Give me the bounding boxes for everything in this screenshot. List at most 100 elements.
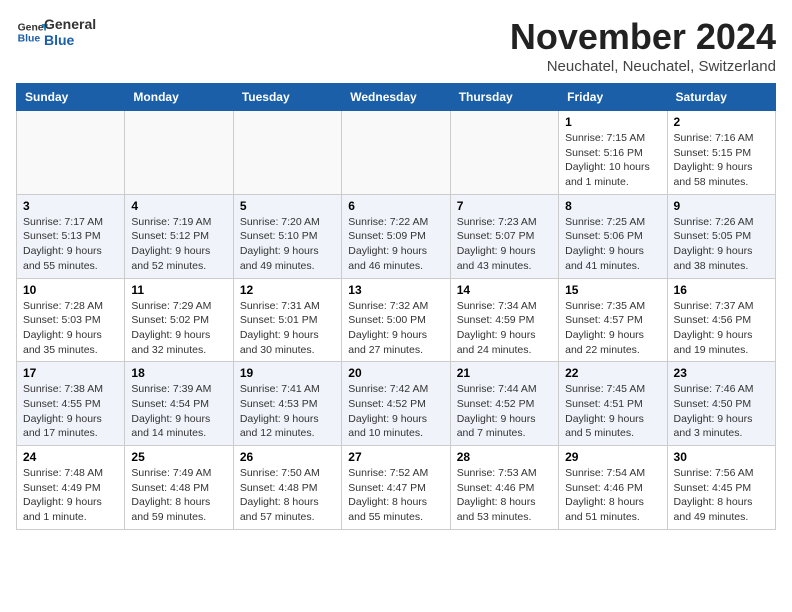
day-info: Sunrise: 7:35 AM Sunset: 4:57 PM Dayligh… — [565, 299, 660, 358]
day-number: 10 — [23, 283, 118, 297]
calendar-cell: 7Sunrise: 7:23 AM Sunset: 5:07 PM Daylig… — [450, 194, 558, 278]
calendar-cell: 11 Sunrise: 7:29 AM Sunset: 5:02 PM Dayli… — [125, 278, 233, 362]
day-info: Sunrise: 7:49 AM Sunset: 4:48 PM Dayligh… — [131, 466, 226, 525]
day-number: 7 — [457, 199, 552, 213]
calendar-week-row: 24Sunrise: 7:48 AM Sunset: 4:49 PM Dayli… — [17, 446, 776, 530]
day-number: 9 — [674, 199, 769, 213]
calendar-week-row: 1Sunrise: 7:15 AM Sunset: 5:16 PM Daylig… — [17, 111, 776, 195]
location-subtitle: Neuchatel, Neuchatel, Switzerland — [510, 58, 776, 75]
calendar-cell: 28 Sunrise: 7:53 AM Sunset: 4:46 PM Dayli… — [450, 446, 558, 530]
day-info: Sunrise: 7:17 AM Sunset: 5:13 PM Dayligh… — [23, 215, 118, 274]
calendar-cell: 15 Sunrise: 7:35 AM Sunset: 4:57 PM Dayli… — [559, 278, 667, 362]
day-number: 8 — [565, 199, 660, 213]
weekday-header-thursday: Thursday — [450, 84, 558, 111]
day-info: Sunrise: 7:19 AM Sunset: 5:12 PM Dayligh… — [131, 215, 226, 274]
day-number: 27 — [348, 450, 443, 464]
svg-text:Blue: Blue — [18, 34, 41, 45]
calendar-cell: 20 Sunrise: 7:42 AM Sunset: 4:52 PM Dayli… — [342, 362, 450, 446]
day-number: 6 — [348, 199, 443, 213]
calendar-week-row: 10 Sunrise: 7:28 AM Sunset: 5:03 PM Dayli… — [17, 278, 776, 362]
day-number: 23 — [674, 366, 769, 380]
day-info: Sunrise: 7:53 AM Sunset: 4:46 PM Dayligh… — [457, 466, 552, 525]
day-info: Sunrise: 7:28 AM Sunset: 5:03 PM Dayligh… — [23, 299, 118, 358]
calendar-cell — [125, 111, 233, 195]
calendar-cell — [342, 111, 450, 195]
day-info: Sunrise: 7:42 AM Sunset: 4:52 PM Dayligh… — [348, 382, 443, 441]
day-info: Sunrise: 7:26 AM Sunset: 5:05 PM Dayligh… — [674, 215, 769, 274]
day-number: 20 — [348, 366, 443, 380]
calendar-cell: 8Sunrise: 7:25 AM Sunset: 5:06 PM Daylig… — [559, 194, 667, 278]
weekday-header-tuesday: Tuesday — [233, 84, 341, 111]
calendar-cell: 30 Sunrise: 7:56 AM Sunset: 4:45 PM Dayli… — [667, 446, 775, 530]
day-number: 11 — [131, 283, 226, 297]
calendar-cell: 26 Sunrise: 7:50 AM Sunset: 4:48 PM Dayli… — [233, 446, 341, 530]
calendar-cell: 21 Sunrise: 7:44 AM Sunset: 4:52 PM Dayli… — [450, 362, 558, 446]
day-number: 29 — [565, 450, 660, 464]
calendar-cell: 17Sunrise: 7:38 AM Sunset: 4:55 PM Dayli… — [17, 362, 125, 446]
day-number: 1 — [565, 115, 660, 129]
day-number: 5 — [240, 199, 335, 213]
day-info: Sunrise: 7:44 AM Sunset: 4:52 PM Dayligh… — [457, 382, 552, 441]
weekday-header-wednesday: Wednesday — [342, 84, 450, 111]
calendar-week-row: 3 Sunrise: 7:17 AM Sunset: 5:13 PM Daylig… — [17, 194, 776, 278]
day-number: 3 — [23, 199, 118, 213]
logo-blue-text: Blue — [44, 32, 96, 48]
calendar-week-row: 17Sunrise: 7:38 AM Sunset: 4:55 PM Dayli… — [17, 362, 776, 446]
weekday-header-saturday: Saturday — [667, 84, 775, 111]
calendar-cell: 1Sunrise: 7:15 AM Sunset: 5:16 PM Daylig… — [559, 111, 667, 195]
calendar-cell: 29 Sunrise: 7:54 AM Sunset: 4:46 PM Dayli… — [559, 446, 667, 530]
day-number: 22 — [565, 366, 660, 380]
day-info: Sunrise: 7:32 AM Sunset: 5:00 PM Dayligh… — [348, 299, 443, 358]
day-info: Sunrise: 7:41 AM Sunset: 4:53 PM Dayligh… — [240, 382, 335, 441]
day-info: Sunrise: 7:16 AM Sunset: 5:15 PM Dayligh… — [674, 131, 769, 190]
calendar-cell: 13 Sunrise: 7:32 AM Sunset: 5:00 PM Dayli… — [342, 278, 450, 362]
calendar-cell: 3 Sunrise: 7:17 AM Sunset: 5:13 PM Daylig… — [17, 194, 125, 278]
day-number: 4 — [131, 199, 226, 213]
calendar-cell: 16 Sunrise: 7:37 AM Sunset: 4:56 PM Dayli… — [667, 278, 775, 362]
day-number: 12 — [240, 283, 335, 297]
day-number: 16 — [674, 283, 769, 297]
day-info: Sunrise: 7:20 AM Sunset: 5:10 PM Dayligh… — [240, 215, 335, 274]
logo-general-text: General — [44, 16, 96, 32]
calendar-cell: 12Sunrise: 7:31 AM Sunset: 5:01 PM Dayli… — [233, 278, 341, 362]
day-info: Sunrise: 7:29 AM Sunset: 5:02 PM Dayligh… — [131, 299, 226, 358]
day-number: 21 — [457, 366, 552, 380]
day-number: 13 — [348, 283, 443, 297]
day-number: 19 — [240, 366, 335, 380]
title-block: November 2024 Neuchatel, Neuchatel, Swit… — [510, 16, 776, 75]
day-info: Sunrise: 7:52 AM Sunset: 4:47 PM Dayligh… — [348, 466, 443, 525]
calendar-cell: 22 Sunrise: 7:45 AM Sunset: 4:51 PM Dayli… — [559, 362, 667, 446]
day-number: 15 — [565, 283, 660, 297]
day-info: Sunrise: 7:39 AM Sunset: 4:54 PM Dayligh… — [131, 382, 226, 441]
calendar-cell: 6 Sunrise: 7:22 AM Sunset: 5:09 PM Daylig… — [342, 194, 450, 278]
calendar-cell: 9 Sunrise: 7:26 AM Sunset: 5:05 PM Daylig… — [667, 194, 775, 278]
logo: General Blue General Blue — [16, 16, 96, 48]
weekday-header-sunday: Sunday — [17, 84, 125, 111]
day-info: Sunrise: 7:45 AM Sunset: 4:51 PM Dayligh… — [565, 382, 660, 441]
calendar-cell: 24Sunrise: 7:48 AM Sunset: 4:49 PM Dayli… — [17, 446, 125, 530]
day-info: Sunrise: 7:56 AM Sunset: 4:45 PM Dayligh… — [674, 466, 769, 525]
day-number: 18 — [131, 366, 226, 380]
day-info: Sunrise: 7:54 AM Sunset: 4:46 PM Dayligh… — [565, 466, 660, 525]
calendar-cell: 10 Sunrise: 7:28 AM Sunset: 5:03 PM Dayli… — [17, 278, 125, 362]
calendar-cell: 23 Sunrise: 7:46 AM Sunset: 4:50 PM Dayli… — [667, 362, 775, 446]
day-number: 2 — [674, 115, 769, 129]
day-info: Sunrise: 7:46 AM Sunset: 4:50 PM Dayligh… — [674, 382, 769, 441]
day-number: 30 — [674, 450, 769, 464]
day-info: Sunrise: 7:37 AM Sunset: 4:56 PM Dayligh… — [674, 299, 769, 358]
month-title: November 2024 — [510, 16, 776, 58]
day-number: 17 — [23, 366, 118, 380]
calendar-table: SundayMondayTuesdayWednesdayThursdayFrid… — [16, 83, 776, 530]
day-info: Sunrise: 7:50 AM Sunset: 4:48 PM Dayligh… — [240, 466, 335, 525]
weekday-header-row: SundayMondayTuesdayWednesdayThursdayFrid… — [17, 84, 776, 111]
day-number: 28 — [457, 450, 552, 464]
day-number: 26 — [240, 450, 335, 464]
day-number: 25 — [131, 450, 226, 464]
day-number: 14 — [457, 283, 552, 297]
day-info: Sunrise: 7:22 AM Sunset: 5:09 PM Dayligh… — [348, 215, 443, 274]
calendar-cell: 2 Sunrise: 7:16 AM Sunset: 5:15 PM Daylig… — [667, 111, 775, 195]
calendar-cell: 18 Sunrise: 7:39 AM Sunset: 4:54 PM Dayli… — [125, 362, 233, 446]
calendar-cell: 4 Sunrise: 7:19 AM Sunset: 5:12 PM Daylig… — [125, 194, 233, 278]
day-info: Sunrise: 7:34 AM Sunset: 4:59 PM Dayligh… — [457, 299, 552, 358]
day-info: Sunrise: 7:48 AM Sunset: 4:49 PM Dayligh… — [23, 466, 118, 525]
